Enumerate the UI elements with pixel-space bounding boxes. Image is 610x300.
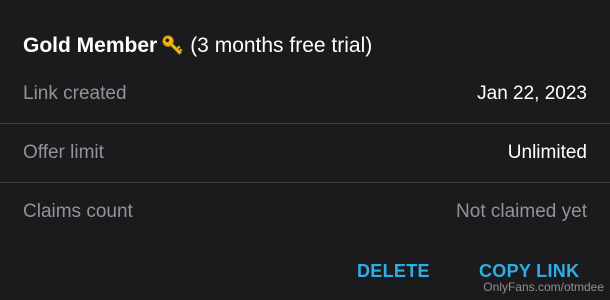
offer-note: (3 months free trial)	[190, 34, 373, 57]
watermark: OnlyFans.com/otmdee	[483, 280, 604, 294]
detail-row-offer-limit: Offer limit Unlimited	[0, 124, 610, 182]
detail-label: Link created	[23, 83, 127, 104]
detail-value: Not claimed yet	[456, 201, 587, 222]
trial-link-card: Gold Member (3 months free trial) Link c…	[0, 0, 610, 300]
delete-button[interactable]: DELETE	[357, 256, 430, 286]
offer-title: Gold Member (3 months free trial)	[23, 30, 372, 62]
detail-value: Jan 22, 2023	[477, 83, 587, 104]
detail-value: Unlimited	[507, 142, 587, 163]
offer-name: Gold Member	[23, 34, 158, 57]
detail-row-claims-count: Claims count Not claimed yet	[0, 183, 610, 241]
key-icon	[159, 32, 187, 60]
detail-label: Claims count	[23, 201, 133, 222]
detail-label: Offer limit	[23, 142, 104, 163]
detail-row-link-created: Link created Jan 22, 2023	[0, 65, 610, 123]
